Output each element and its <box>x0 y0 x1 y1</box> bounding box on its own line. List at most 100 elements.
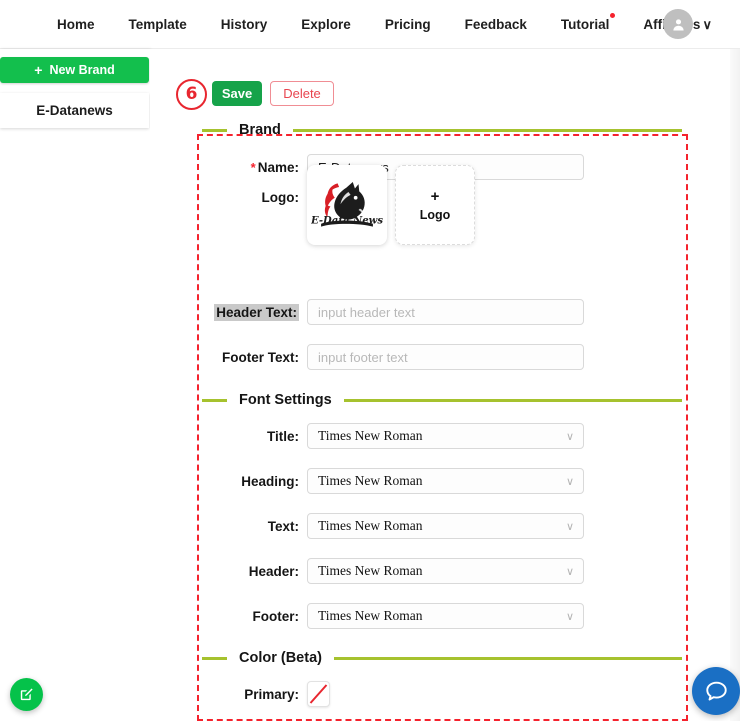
logo-label: Logo: <box>197 165 307 205</box>
font-text-value: Times New Roman <box>318 518 423 533</box>
field-row-logo: Logo: E-Data News + Logo <box>197 165 687 245</box>
delete-label: Delete <box>283 86 321 101</box>
section-line <box>333 656 682 660</box>
font-title-value: Times New Roman <box>318 428 423 443</box>
chevron-down-icon: ∨ <box>565 520 574 533</box>
field-row-font-text: Text: Times New Roman ∨ <box>197 513 687 539</box>
header-text-placeholder: input header text <box>318 304 415 320</box>
primary-color-label-text: Primary: <box>244 686 299 702</box>
top-navigation-bar: Home Template History Explore Pricing Fe… <box>0 0 740 49</box>
nav-item-history[interactable]: History <box>204 0 285 49</box>
avatar[interactable] <box>663 9 694 39</box>
footer-text-input[interactable]: input footer text <box>307 344 584 370</box>
nav-item-label: Pricing <box>384 16 431 32</box>
chat-bubble-icon <box>705 681 727 700</box>
section-title: Color (Beta) <box>239 650 322 666</box>
nav-item-label: Feedback <box>464 16 527 32</box>
field-row-font-heading: Heading: Times New Roman ∨ <box>197 468 687 494</box>
section-title: Font Settings <box>239 392 332 408</box>
logo-label-text: Logo: <box>261 190 299 205</box>
nav-item-label: Explore <box>301 16 351 32</box>
font-text-label-text: Text: <box>267 518 299 534</box>
font-title-label: Title: <box>197 429 307 444</box>
nav-item-template[interactable]: Template <box>112 0 204 49</box>
brand-logo-icon: E-Data News <box>311 181 383 227</box>
nav-item-pricing[interactable]: Pricing <box>368 0 448 49</box>
primary-color-label: Primary: <box>197 687 307 702</box>
nav-item-label: History <box>220 16 268 32</box>
nav-item-label: Template <box>128 16 187 32</box>
add-logo-button[interactable]: + Logo <box>395 165 475 245</box>
font-header-label-text: Header: <box>248 563 299 579</box>
field-row-footer-text: Footer Text: input footer text <box>197 344 687 370</box>
nav-item-tutorial[interactable]: Tutorial <box>544 0 627 49</box>
font-header-value: Times New Roman <box>318 563 423 578</box>
footer-text-label: Footer Text: <box>197 350 307 365</box>
section-header-color: Color (Beta) <box>197 647 687 669</box>
header-text-label-text: Header Text: <box>214 303 299 321</box>
plus-icon: + <box>34 62 43 78</box>
font-footer-select[interactable]: Times New Roman ∨ <box>307 603 584 629</box>
edit-floating-button[interactable] <box>10 678 43 711</box>
section-line <box>292 128 682 132</box>
section-dash <box>202 656 227 660</box>
footer-text-placeholder: input footer text <box>318 349 408 365</box>
section-dash <box>202 398 227 402</box>
font-heading-select[interactable]: Times New Roman ∨ <box>307 468 584 494</box>
delete-button[interactable]: Delete <box>270 81 334 106</box>
chevron-down-icon[interactable]: ∨ <box>702 18 712 31</box>
brand-item-label: E-Datanews <box>36 103 113 118</box>
font-heading-value: Times New Roman <box>318 473 423 488</box>
field-row-font-header: Header: Times New Roman ∨ <box>197 558 687 584</box>
add-logo-label: Logo <box>419 207 451 222</box>
chevron-down-icon: ∨ <box>565 475 574 488</box>
save-label: Save <box>221 86 253 101</box>
font-title-select[interactable]: Times New Roman ∨ <box>307 423 584 449</box>
section-header-brand: Brand <box>197 119 687 141</box>
logo-thumbnail[interactable]: E-Data News <box>307 165 387 245</box>
nav-item-label: Home <box>57 16 95 32</box>
field-row-primary-color: Primary: <box>197 681 687 707</box>
chat-floating-button[interactable] <box>692 667 740 715</box>
field-row-font-footer: Footer: Times New Roman ∨ <box>197 603 687 629</box>
new-brand-button[interactable]: + New Brand <box>0 57 149 83</box>
primary-color-swatch[interactable] <box>307 681 330 707</box>
font-footer-value: Times New Roman <box>318 608 423 623</box>
svg-text:E-Data News: E-Data News <box>311 216 383 227</box>
brand-list: E-Datanews <box>0 93 149 128</box>
plus-icon: + <box>430 187 440 205</box>
font-heading-label: Heading: <box>197 474 307 489</box>
vertical-scrollbar[interactable] <box>730 49 740 721</box>
font-footer-label-text: Footer: <box>252 608 300 624</box>
notification-dot-icon <box>610 12 616 18</box>
user-menu[interactable]: ∨ <box>663 9 712 39</box>
sidebar: + New Brand E-Datanews <box>0 49 150 721</box>
header-text-label: Header Text: <box>197 303 307 321</box>
chevron-down-icon: ∨ <box>565 610 574 623</box>
font-heading-label-text: Heading: <box>241 473 299 489</box>
nav-item-explore[interactable]: Explore <box>284 0 368 49</box>
nav-item-home[interactable]: Home <box>40 0 112 49</box>
section-title: Brand <box>239 122 281 138</box>
new-brand-label: New Brand <box>49 63 115 77</box>
save-button[interactable]: Save <box>212 81 262 106</box>
nav-item-label: Tutorial <box>560 16 610 32</box>
chevron-down-icon: ∨ <box>565 430 574 443</box>
section-dash <box>202 128 227 132</box>
font-text-select[interactable]: Times New Roman ∨ <box>307 513 584 539</box>
font-header-label: Header: <box>197 564 307 579</box>
field-row-font-title: Title: Times New Roman ∨ <box>197 423 687 449</box>
font-header-select[interactable]: Times New Roman ∨ <box>307 558 584 584</box>
main-content-panel: 6 Save Delete Brand *Name: E-Datanews Lo… <box>150 49 740 721</box>
font-text-label: Text: <box>197 519 307 534</box>
font-title-label-text: Title: <box>266 428 299 444</box>
list-item[interactable]: E-Datanews <box>0 93 149 128</box>
step-number-annotation: 6 <box>176 79 207 110</box>
footer-text-label-text: Footer Text: <box>222 349 299 365</box>
nav-links: Home Template History Explore Pricing Fe… <box>40 0 717 49</box>
user-icon <box>673 18 684 31</box>
header-text-input[interactable]: input header text <box>307 299 584 325</box>
nav-item-feedback[interactable]: Feedback <box>448 0 544 49</box>
no-color-icon <box>309 684 328 704</box>
section-line <box>343 398 682 402</box>
